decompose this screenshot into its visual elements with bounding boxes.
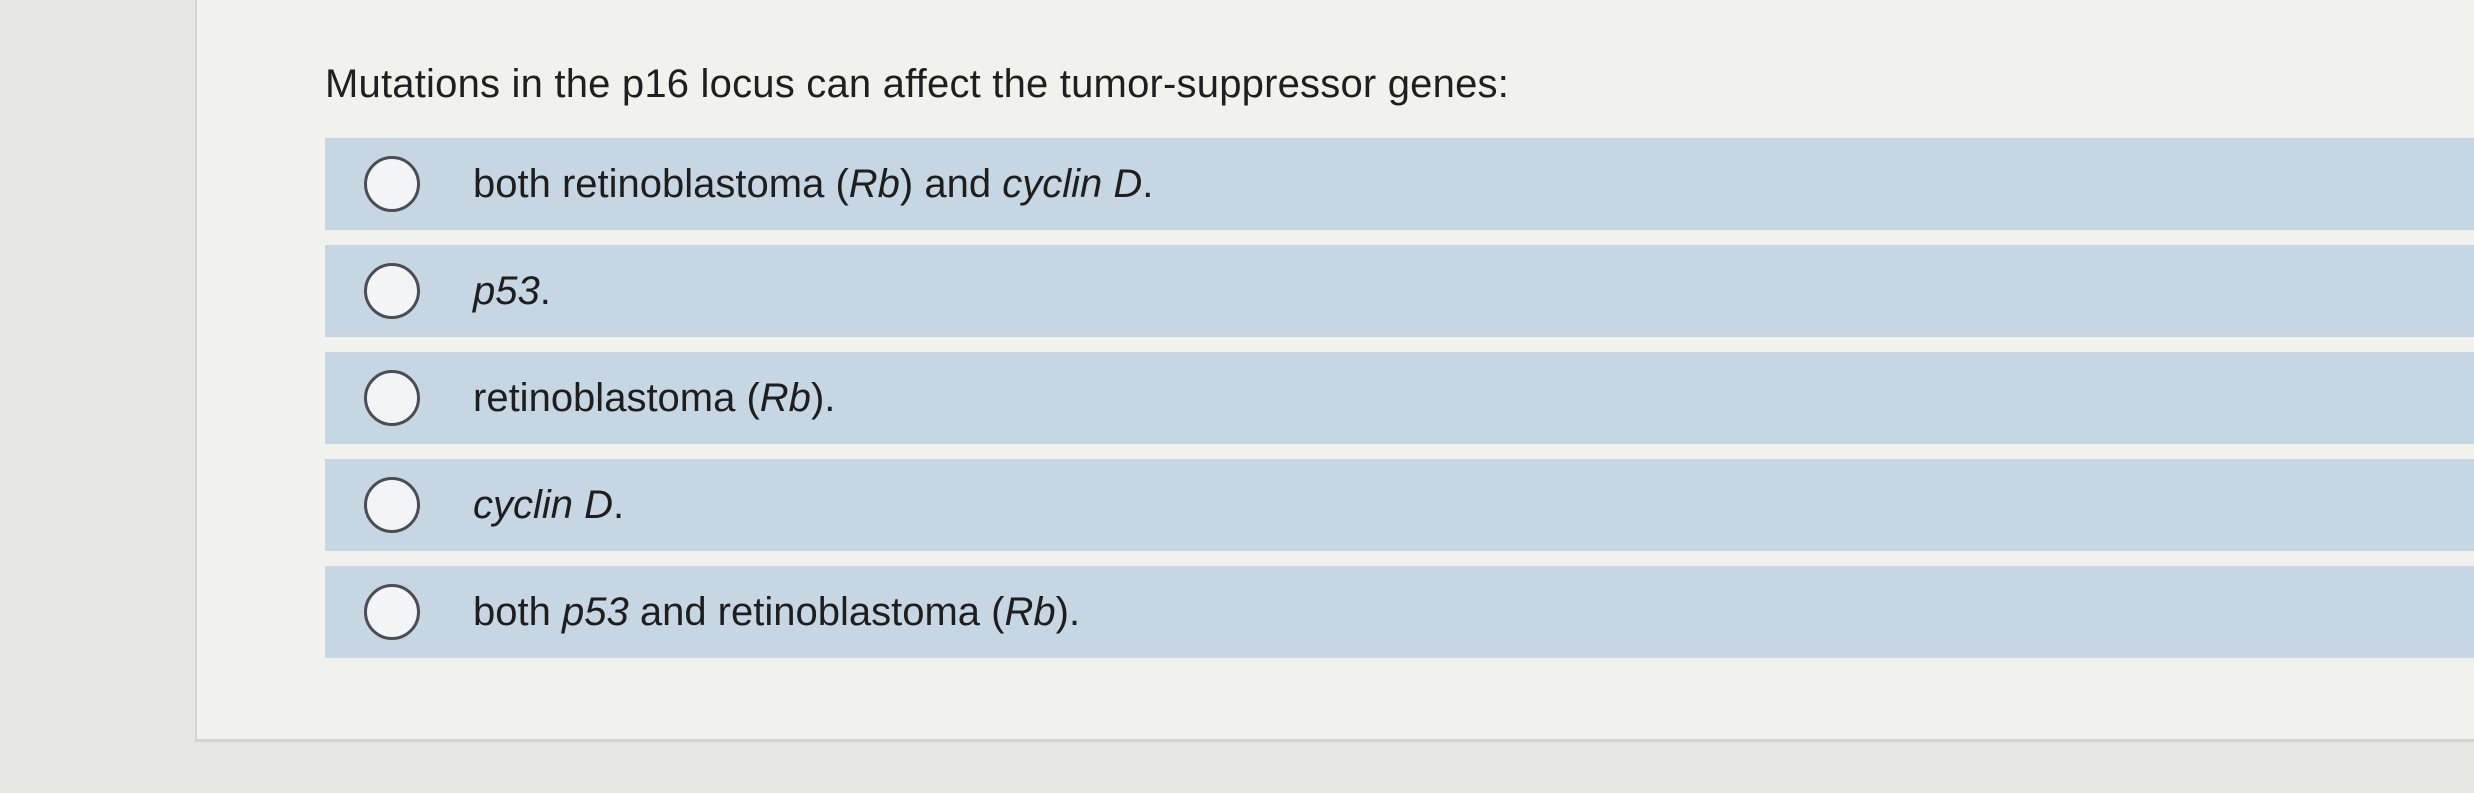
answer-option-2[interactable]: p53.: [325, 245, 2474, 337]
label-part-italic: Rb: [848, 161, 900, 206]
radio-button-icon[interactable]: [364, 263, 420, 319]
answer-option-1[interactable]: both retinoblastoma (Rb) and cyclin D.: [325, 138, 2474, 230]
answer-options: both retinoblastoma (Rb) and cyclin D. p…: [325, 138, 2474, 673]
label-part: .: [1142, 161, 1154, 206]
label-part-italic: Rb: [1004, 589, 1056, 634]
answer-option-label: p53.: [473, 269, 551, 314]
label-part: .: [613, 482, 625, 527]
label-part: ).: [1055, 589, 1081, 634]
answer-option-5[interactable]: both p53 and retinoblastoma (Rb).: [325, 566, 2474, 658]
label-part-italic: p53: [473, 268, 540, 313]
radio-button-icon[interactable]: [364, 156, 420, 212]
answer-option-label: cyclin D.: [473, 483, 624, 528]
label-part: and retinoblastoma (: [628, 589, 1005, 634]
label-part: both: [473, 589, 562, 634]
radio-button-icon[interactable]: [364, 477, 420, 533]
answer-option-3[interactable]: retinoblastoma (Rb).: [325, 352, 2474, 444]
label-part: both retinoblastoma (: [473, 161, 849, 206]
radio-button-icon[interactable]: [364, 584, 420, 640]
question-text: Mutations in the p16 locus can affect th…: [325, 62, 1510, 106]
label-part: ).: [810, 375, 836, 420]
label-part: ) and: [899, 161, 1003, 206]
label-part-italic: cyclin D: [1002, 161, 1143, 206]
answer-option-label: both retinoblastoma (Rb) and cyclin D.: [473, 162, 1153, 207]
label-part-italic: cyclin D: [473, 482, 614, 527]
answer-option-label: both p53 and retinoblastoma (Rb).: [473, 590, 1080, 635]
answer-option-4[interactable]: cyclin D.: [325, 459, 2474, 551]
answer-option-label: retinoblastoma (Rb).: [473, 376, 835, 421]
label-part: .: [539, 268, 551, 313]
label-part: retinoblastoma (: [473, 375, 760, 420]
label-part-italic: Rb: [759, 375, 811, 420]
label-part-italic: p53: [561, 589, 629, 634]
radio-button-icon[interactable]: [364, 370, 420, 426]
